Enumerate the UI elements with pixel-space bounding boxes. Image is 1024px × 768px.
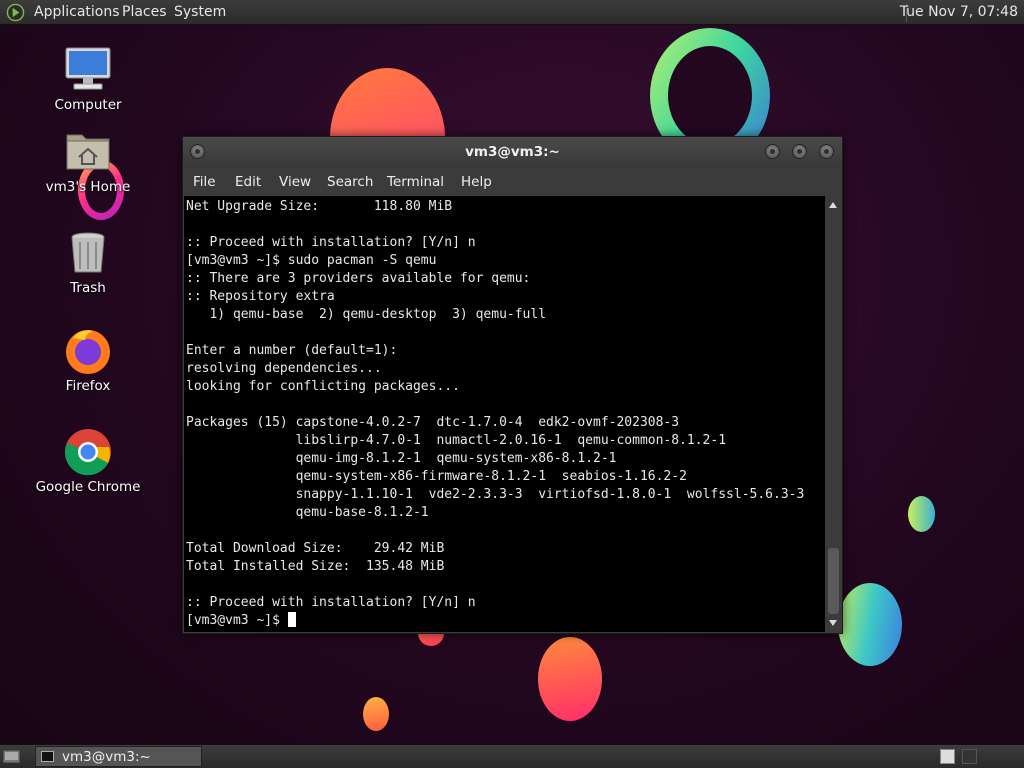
menu-search[interactable]: Search bbox=[327, 174, 373, 190]
menu-view[interactable]: View bbox=[279, 174, 311, 190]
terminal-line: resolving dependencies... bbox=[186, 361, 382, 376]
scroll-down-arrow-icon[interactable] bbox=[829, 620, 837, 626]
terminal-line: :: Proceed with installation? [Y/n] n bbox=[186, 235, 476, 250]
terminal-scrollbar[interactable] bbox=[826, 196, 841, 632]
wallpaper-orb-pink bbox=[538, 637, 602, 721]
workspace-2[interactable] bbox=[962, 749, 977, 764]
terminal-output[interactable]: Net Upgrade Size: 118.80 MiB:: Proceed w… bbox=[184, 196, 825, 632]
window-title: vm3@vm3:~ bbox=[465, 144, 560, 160]
scroll-up-arrow-icon[interactable] bbox=[829, 202, 837, 208]
terminal-line: Total Download Size: 29.42 MiB bbox=[186, 541, 445, 556]
menu-system[interactable]: System bbox=[174, 4, 226, 20]
chrome-icon bbox=[63, 427, 113, 477]
desktop-icon-firefox[interactable]: Firefox bbox=[33, 326, 143, 394]
taskbar-item-terminal[interactable]: vm3@vm3:~ bbox=[35, 746, 202, 767]
terminal-prompt-line[interactable]: [vm3@vm3 ~]$ bbox=[186, 612, 296, 630]
terminal-line: :: Repository extra bbox=[186, 289, 335, 304]
menu-file[interactable]: File bbox=[193, 174, 216, 190]
menu-help[interactable]: Help bbox=[461, 174, 492, 190]
bottom-panel: vm3@vm3:~ bbox=[0, 744, 1024, 768]
desktop-icon-label: vm3's Home bbox=[45, 179, 131, 195]
terminal-line: libslirp-4.7.0-1 numactl-2.0.16-1 qemu-c… bbox=[186, 433, 727, 448]
top-panel: Applications Places System Tue Nov 7, 07… bbox=[0, 0, 1024, 25]
terminal-prompt: [vm3@vm3 ~]$ bbox=[186, 613, 288, 628]
menu-terminal[interactable]: Terminal bbox=[387, 174, 444, 190]
desktop-icon-label: Trash bbox=[70, 280, 106, 296]
trash-icon bbox=[63, 228, 113, 278]
wallpaper-orb-blue bbox=[908, 496, 935, 532]
desktop-icon-chrome[interactable]: Google Chrome bbox=[33, 427, 143, 495]
terminal-window[interactable]: vm3@vm3:~ File Edit View Search Terminal… bbox=[182, 136, 843, 634]
terminal-line: Net Upgrade Size: 118.80 MiB bbox=[186, 199, 453, 214]
terminal-line: qemu-base-8.1.2-1 bbox=[186, 505, 429, 520]
window-titlebar[interactable]: vm3@vm3:~ bbox=[183, 137, 842, 168]
text-cursor bbox=[287, 612, 296, 627]
terminal-line: [vm3@vm3 ~]$ sudo pacman -S qemu bbox=[186, 253, 437, 268]
terminal-line: looking for conflicting packages... bbox=[186, 379, 460, 394]
terminal-menubar: File Edit View Search Terminal Help bbox=[183, 168, 842, 196]
clock[interactable]: Tue Nov 7, 07:48 bbox=[900, 4, 1018, 20]
desktop-icon-label: Computer bbox=[54, 97, 122, 113]
terminal-line: Packages (15) capstone-4.0.2-7 dtc-1.7.0… bbox=[186, 415, 680, 430]
terminal-line: snappy-1.1.10-1 vde2-2.3.3-3 virtiofsd-1… bbox=[186, 487, 805, 502]
menu-applications[interactable]: Applications bbox=[34, 4, 120, 20]
terminal-line: Enter a number (default=1): bbox=[186, 343, 398, 358]
desktop-icon-trash[interactable]: Trash bbox=[33, 228, 143, 296]
minimize-button[interactable] bbox=[765, 144, 780, 159]
terminal-line: 1) qemu-base 2) qemu-desktop 3) qemu-ful… bbox=[186, 307, 547, 322]
show-desktop-icon[interactable] bbox=[2, 748, 22, 765]
firefox-icon bbox=[63, 326, 113, 376]
terminal-line: qemu-img-8.1.2-1 qemu-system-x86-8.1.2-1 bbox=[186, 451, 617, 466]
terminal-line: :: Proceed with installation? [Y/n] n bbox=[186, 595, 476, 610]
close-button[interactable] bbox=[819, 144, 834, 159]
desktop-icon-label: Google Chrome bbox=[35, 479, 141, 495]
taskbar-item-label: vm3@vm3:~ bbox=[62, 749, 151, 765]
desktop-icon-label: Firefox bbox=[65, 378, 111, 394]
home-folder-icon bbox=[63, 127, 113, 177]
menu-edit[interactable]: Edit bbox=[235, 174, 261, 190]
maximize-button[interactable] bbox=[792, 144, 807, 159]
terminal-line: qemu-system-x86-firmware-8.1.2-1 seabios… bbox=[186, 469, 687, 484]
workspace-1[interactable] bbox=[940, 749, 955, 764]
terminal-icon bbox=[41, 751, 54, 762]
mate-logo-icon[interactable] bbox=[6, 3, 25, 22]
terminal-line: Total Installed Size: 135.48 MiB bbox=[186, 559, 445, 574]
terminal-line: :: There are 3 providers available for q… bbox=[186, 271, 531, 286]
menu-places[interactable]: Places bbox=[122, 4, 167, 20]
wallpaper-orb-tiny bbox=[363, 697, 389, 731]
wallpaper-orb-teal bbox=[838, 583, 902, 666]
scrollbar-thumb[interactable] bbox=[828, 548, 839, 614]
window-menu-button[interactable] bbox=[190, 144, 205, 159]
desktop-icon-computer[interactable]: Computer bbox=[33, 45, 143, 113]
computer-icon bbox=[63, 45, 113, 95]
desktop-icon-home[interactable]: vm3's Home bbox=[33, 127, 143, 195]
